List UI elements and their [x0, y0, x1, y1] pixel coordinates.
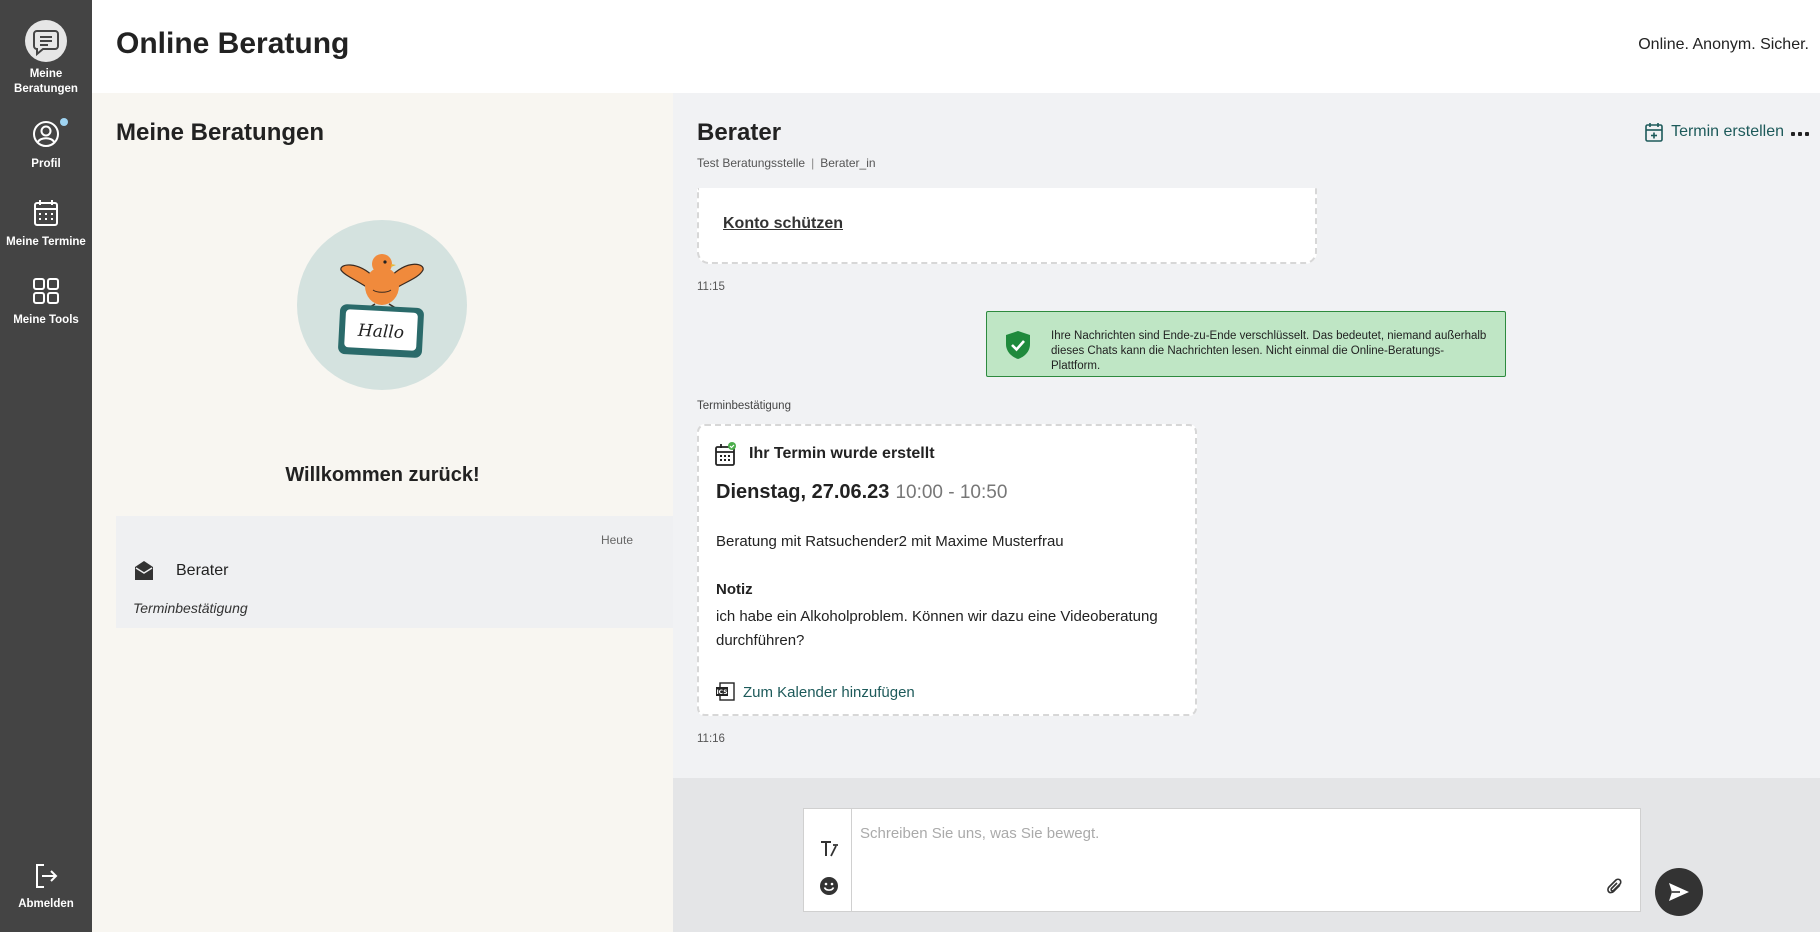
sidebar-item-meine-termine[interactable]: Meine Termine: [0, 196, 92, 250]
logout-icon: [30, 860, 62, 892]
tagline: Online. Anonym. Sicher.: [1638, 36, 1809, 53]
appointment-date: Dienstag, 27.06.23: [716, 481, 890, 503]
ics-file-icon: ICS: [715, 682, 735, 702]
sidebar-item-label: Meine Termine: [6, 236, 86, 248]
message-input[interactable]: [852, 809, 1592, 911]
logout-button[interactable]: Abmelden: [0, 860, 92, 912]
add-to-calendar-link[interactable]: Zum Kalender hinzufügen: [743, 684, 915, 701]
protect-account-link[interactable]: Konto schützen: [723, 215, 843, 233]
session-name: Berater: [176, 562, 229, 579]
app-title: Online Beratung: [116, 27, 350, 60]
appointment-note-label: Notiz: [716, 581, 753, 598]
paperclip-icon[interactable]: [1606, 877, 1624, 897]
session-list-item[interactable]: Heute Berater Terminbestätigung: [116, 516, 673, 628]
appointment-datetime: Dienstag, 27.06.23 10:00 - 10:50: [716, 481, 1007, 504]
message-time: 11:16: [697, 733, 725, 745]
encryption-notice-text: Ihre Nachrichten sind Ende-zu-Ende versc…: [1051, 330, 1487, 372]
consultant-role: Berater_in: [820, 156, 876, 170]
composer-area: [673, 778, 1820, 932]
logout-label: Abmelden: [18, 898, 74, 910]
chat-subtitle: Test Beratungsstelle | Berater_in: [697, 156, 876, 170]
grid-icon: [29, 274, 63, 308]
sidebar-item-meine-tools[interactable]: Meine Tools: [0, 274, 92, 328]
session-date: Heute: [600, 533, 633, 547]
shield-check-icon: [1005, 330, 1031, 360]
sidebar: Meine Beratungen Profil Meine Termine Me…: [0, 0, 92, 932]
subtitle-separator: |: [811, 156, 815, 170]
sidebar-item-label: Profil: [31, 158, 61, 170]
calendar-plus-icon: [1645, 123, 1663, 142]
user-circle-icon: [28, 116, 64, 152]
appointment-time: 10:00 - 10:50: [895, 482, 1008, 503]
create-appointment-label: Termin erstellen: [1671, 123, 1784, 140]
appointment-card: Ihr Termin wurde erstellt Dienstag, 27.0…: [697, 424, 1197, 716]
svg-text:ICS: ICS: [716, 689, 727, 696]
sessions-panel: Meine Beratungen Hallo Willkommen zurück…: [92, 93, 673, 932]
sidebar-item-label: Meine Beratungen: [14, 68, 78, 95]
composer-toolbar: [804, 809, 852, 911]
app-header: Online Beratung Online. Anonym. Sicher.: [92, 0, 1820, 93]
illustration-text: Hallo: [356, 321, 404, 343]
welcome-illustration: Hallo: [297, 220, 467, 390]
envelope-open-icon: [134, 560, 154, 582]
chat-title: Berater: [697, 119, 782, 146]
send-button[interactable]: [1655, 868, 1703, 916]
text-format-icon[interactable]: [819, 839, 839, 859]
welcome-message: Willkommen zurück!: [285, 464, 480, 486]
chat-panel: Berater Test Beratungsstelle | Berater_in …: [673, 93, 1820, 778]
appointment-description: Beratung mit Ratsuchender2 mit Maxime Mu…: [716, 533, 1064, 550]
sidebar-item-label: Meine Tools: [13, 314, 79, 326]
sidebar-item-meine-beratungen[interactable]: Meine Beratungen: [0, 20, 92, 97]
session-subject: Terminbestätigung: [133, 600, 248, 616]
appointment-note: ich habe ein Alkoholproblem. Können wir …: [716, 608, 1158, 649]
create-appointment-button[interactable]: Termin erstellen: [1645, 122, 1784, 142]
chat-bubble-icon: [25, 20, 67, 62]
agency-name: Test Beratungsstelle: [697, 156, 806, 170]
send-icon: [1669, 883, 1689, 901]
emoji-icon[interactable]: [819, 876, 839, 896]
more-options-icon[interactable]: [1791, 132, 1809, 138]
notification-dot: [60, 118, 68, 126]
calendar-icon: [29, 196, 63, 230]
message-composer: [803, 808, 1641, 912]
message-time: 11:15: [697, 281, 725, 293]
calendar-check-icon: [715, 442, 737, 466]
sessions-panel-title: Meine Beratungen: [116, 119, 325, 146]
appointment-heading: Ihr Termin wurde erstellt: [749, 445, 935, 462]
message-label: Terminbestätigung: [697, 400, 791, 412]
sidebar-item-profil[interactable]: Profil: [0, 116, 92, 172]
encryption-notice: Ihre Nachrichten sind Ende-zu-Ende versc…: [986, 311, 1506, 377]
